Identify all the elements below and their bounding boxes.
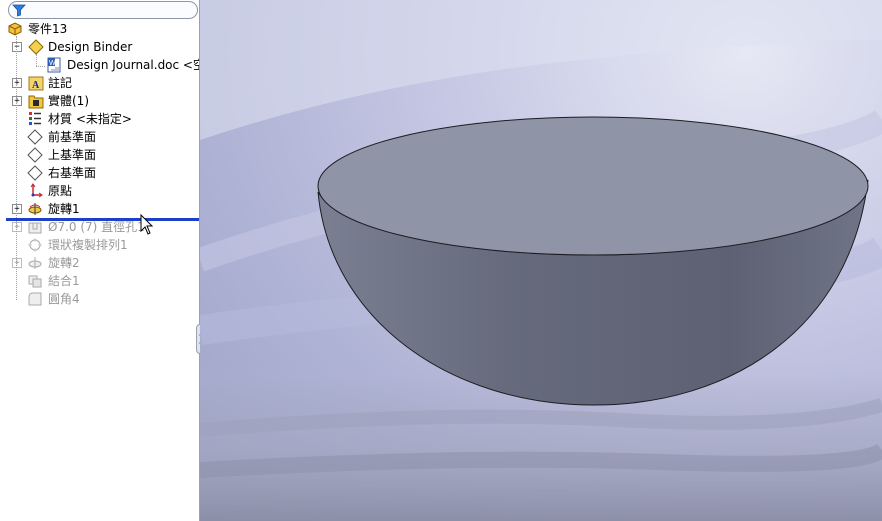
tree-item-revolve1[interactable]: + 旋轉1: [0, 200, 199, 218]
tree-item-revolve2[interactable]: + 旋轉2: [0, 254, 199, 272]
tree-item-label: 右基準面: [48, 166, 97, 180]
plane-icon: [27, 165, 43, 181]
tree-item-material[interactable]: 材質 <未指定>: [0, 110, 199, 128]
tree-item-fillet4[interactable]: 圓角4: [0, 290, 199, 308]
tree-item-design-binder[interactable]: − Design Binder: [0, 38, 199, 56]
expand-toggle[interactable]: +: [12, 204, 22, 214]
tree-item-design-journal[interactable]: W Design Journal.doc <空白>: [0, 56, 199, 74]
tree-connector: [36, 54, 37, 66]
revolve-feature-icon: [28, 257, 42, 269]
tree-item-label: 旋轉2: [48, 256, 80, 270]
fillet-feature-icon: [28, 292, 42, 306]
expand-toggle[interactable]: +: [12, 78, 22, 88]
collapse-toggle[interactable]: −: [12, 42, 22, 52]
tree-item-label: 旋轉1: [48, 202, 80, 216]
hole-feature-icon: [28, 222, 42, 234]
annotations-folder-icon: A: [28, 76, 44, 91]
tree-item-label: 上基準面: [48, 148, 97, 162]
tree-item-front-plane[interactable]: 前基準面: [0, 128, 199, 146]
circular-pattern-icon: [28, 238, 42, 252]
svg-text:A: A: [32, 80, 40, 91]
design-binder-icon: [28, 39, 44, 55]
bowl-top-face[interactable]: [317, 116, 869, 256]
plane-icon: [27, 147, 43, 163]
tree-root-label: 零件13: [28, 22, 68, 36]
tree-item-combine1[interactable]: 結合1: [0, 272, 199, 290]
tree-item-label: 實體(1): [48, 94, 89, 108]
material-icon: [29, 112, 41, 125]
revolve-feature-icon: [28, 203, 42, 215]
tree-item-solid-bodies[interactable]: + 實體(1): [0, 92, 199, 110]
feature-manager-panel: 零件13 − Design Binder W Design Journal.do…: [0, 0, 200, 521]
tree-item-label: 註記: [48, 76, 73, 90]
expand-toggle[interactable]: +: [12, 258, 22, 268]
feature-tree: 零件13 − Design Binder W Design Journal.do…: [0, 20, 199, 308]
tree-item-label: Design Journal.doc <空白>: [67, 58, 199, 72]
tree-item-label: 材質 <未指定>: [48, 112, 132, 126]
tree-item-right-plane[interactable]: 右基準面: [0, 164, 199, 182]
mouse-pointer-icon: [140, 214, 154, 235]
graphics-viewport[interactable]: [200, 0, 882, 521]
tree-item-origin[interactable]: 原點: [0, 182, 199, 200]
tree-item-label: 圓角4: [48, 292, 80, 306]
expand-toggle[interactable]: +: [12, 222, 22, 232]
tree-connector: [16, 36, 17, 300]
plane-icon: [27, 129, 43, 145]
expand-toggle[interactable]: +: [12, 96, 22, 106]
word-document-icon: W: [47, 57, 61, 73]
tree-item-label: 環狀複製排列1: [48, 238, 128, 252]
origin-icon: [30, 183, 43, 198]
solid-bodies-folder-icon: [28, 95, 44, 109]
tree-item-label: Design Binder: [48, 40, 133, 54]
tree-item-circular-pattern1[interactable]: 環狀複製排列1: [0, 236, 199, 254]
filter-icon[interactable]: [12, 3, 26, 17]
tree-root-part[interactable]: 零件13: [0, 20, 199, 38]
tree-item-label: 結合1: [48, 274, 80, 288]
feature-filter-input[interactable]: [8, 1, 198, 19]
tree-connector: [36, 66, 45, 67]
tree-item-annotations[interactable]: + A 註記: [0, 74, 199, 92]
svg-text:W: W: [49, 60, 56, 67]
part-icon: [8, 22, 22, 36]
viewport-scene: [200, 0, 882, 521]
tree-item-label: 前基準面: [48, 130, 97, 144]
rollback-bar[interactable]: [6, 218, 199, 221]
tree-item-label: 原點: [48, 184, 73, 198]
tree-item-top-plane[interactable]: 上基準面: [0, 146, 199, 164]
combine-feature-icon: [28, 275, 42, 288]
